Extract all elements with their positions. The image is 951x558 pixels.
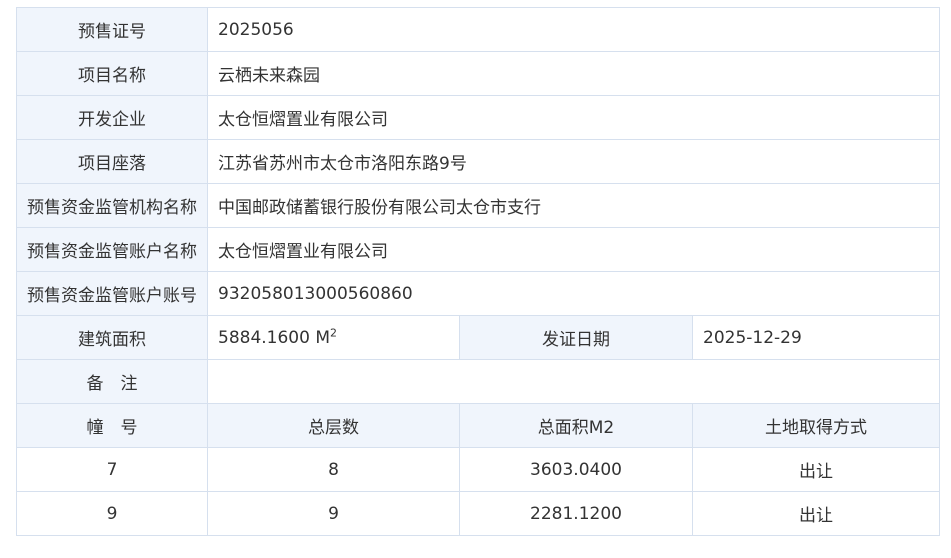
table-row: 7 8 3603.0400 出让 xyxy=(16,447,941,492)
building-floors: 8 xyxy=(207,447,460,492)
row-account-number: 预售资金监管账户账号 932058013000560860 xyxy=(16,271,941,316)
building-number: 9 xyxy=(16,491,208,536)
row-location: 项目座落 江苏省苏州市太仓市洛阳东路9号 xyxy=(16,139,941,184)
project-name-value: 云栖未来森园 xyxy=(206,51,941,96)
issue-date-value: 2025-12-29 xyxy=(691,315,941,360)
row-area-date: 建筑面积 5884.1600 M2 发证日期 2025-12-29 xyxy=(16,315,941,360)
area-unit-superscript: 2 xyxy=(330,325,338,339)
building-floors: 9 xyxy=(207,491,460,536)
area-label: 建筑面积 xyxy=(16,315,208,360)
row-account-name: 预售资金监管账户名称 太仓恒熠置业有限公司 xyxy=(16,227,941,272)
account-name-label: 预售资金监管账户名称 xyxy=(16,227,208,272)
location-value: 江苏省苏州市太仓市洛阳东路9号 xyxy=(206,139,941,184)
row-presale-license: 预售证号 2025056 xyxy=(16,7,941,52)
supervisor-org-label: 预售资金监管机构名称 xyxy=(16,183,208,228)
building-land-method: 出让 xyxy=(691,491,941,536)
developer-label: 开发企业 xyxy=(16,95,208,140)
issue-date-label: 发证日期 xyxy=(459,315,693,360)
table-row: 9 9 2281.1200 出让 xyxy=(16,491,941,536)
buildings-header-row: 幢 号 总层数 总面积M2 土地取得方式 xyxy=(16,403,941,448)
remark-label: 备 注 xyxy=(16,359,208,404)
buildings-header-land-method: 土地取得方式 xyxy=(691,403,941,448)
account-name-value: 太仓恒熠置业有限公司 xyxy=(206,227,941,272)
row-project-name: 项目名称 云栖未来森园 xyxy=(16,51,941,96)
buildings-header-number: 幢 号 xyxy=(16,403,208,448)
row-remark: 备 注 xyxy=(16,359,941,404)
buildings-header-floors: 总层数 xyxy=(207,403,460,448)
project-name-label: 项目名称 xyxy=(16,51,208,96)
area-value-cell: 5884.1600 M2 xyxy=(207,315,460,360)
row-supervisor-org: 预售资金监管机构名称 中国邮政储蓄银行股份有限公司太仓市支行 xyxy=(16,183,941,228)
presale-info-table: 预售证号 2025056 项目名称 云栖未来森园 开发企业 太仓恒熠置业有限公司… xyxy=(16,7,941,536)
presale-license-label: 预售证号 xyxy=(16,7,208,52)
account-number-value: 932058013000560860 xyxy=(206,271,941,316)
building-number: 7 xyxy=(16,447,208,492)
area-value: 5884.1600 M xyxy=(218,327,331,348)
building-area: 2281.1200 xyxy=(459,491,693,536)
account-number-label: 预售资金监管账户账号 xyxy=(16,271,208,316)
location-label: 项目座落 xyxy=(16,139,208,184)
remark-value xyxy=(206,359,941,404)
developer-value: 太仓恒熠置业有限公司 xyxy=(206,95,941,140)
row-developer: 开发企业 太仓恒熠置业有限公司 xyxy=(16,95,941,140)
buildings-header-area: 总面积M2 xyxy=(459,403,693,448)
building-land-method: 出让 xyxy=(691,447,941,492)
building-area: 3603.0400 xyxy=(459,447,693,492)
supervisor-org-value: 中国邮政储蓄银行股份有限公司太仓市支行 xyxy=(206,183,941,228)
presale-license-value: 2025056 xyxy=(206,7,941,52)
